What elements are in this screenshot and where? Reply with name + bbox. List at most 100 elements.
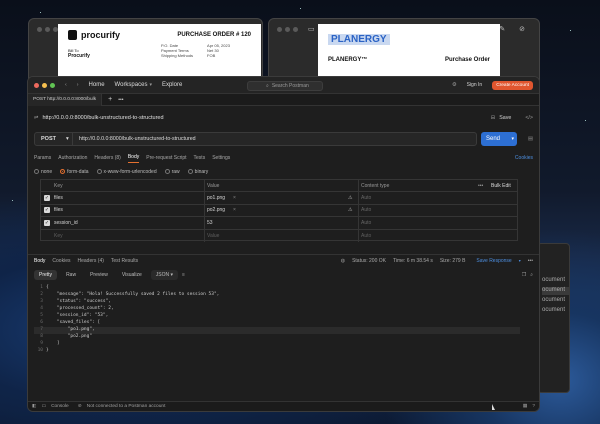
row-key-placeholder[interactable]: Key [54, 233, 63, 239]
radio-binary[interactable]: binary [187, 169, 209, 175]
remove-file-icon[interactable]: × [233, 207, 236, 213]
window-controls[interactable] [37, 26, 58, 32]
tab-authorization[interactable]: Authorization [58, 155, 87, 161]
nav-explore[interactable]: Explore [162, 82, 182, 88]
chevron-down-icon: ▾ [149, 82, 152, 88]
radio-none[interactable]: none [34, 169, 52, 175]
radio-label: binary [194, 169, 209, 175]
tab-response-cookies[interactable]: Cookies [52, 258, 70, 264]
tab-overflow-button[interactable]: ••• [118, 97, 123, 103]
response-time[interactable]: Time: 6 m 38.54 s [393, 258, 433, 264]
radio-raw[interactable]: raw [164, 169, 180, 175]
format-raw[interactable]: Raw [61, 270, 81, 280]
row-value[interactable]: po1.png [207, 195, 225, 201]
planergy-company: PLANERGY™ [328, 57, 368, 63]
method-select[interactable]: POST ▾ [35, 133, 73, 145]
row-key[interactable]: files [54, 207, 63, 213]
new-tab-button[interactable]: + [102, 96, 118, 103]
sign-in-link[interactable]: Sign In [467, 82, 483, 88]
format-pretty[interactable]: Pretty [34, 270, 58, 280]
search-icon[interactable]: ⌕ [530, 272, 533, 278]
sidebar-toggle-icon[interactable]: ◧ [32, 404, 37, 409]
cookies-link[interactable]: Cookies [515, 155, 533, 161]
more-options-icon[interactable]: ••• [528, 258, 533, 264]
request-title[interactable]: http://0.0.0.0:8000/bulk-unstructured-to… [42, 115, 163, 121]
response-format-bar: Pretty Raw Preview Visualize JSON ▾ ≡ ❐ … [28, 269, 539, 281]
tab-response-body[interactable]: Body [34, 258, 45, 264]
list-item[interactable]: ocument [542, 297, 569, 305]
tab-pre-request-script[interactable]: Pre-request Script [146, 155, 186, 161]
nav-home[interactable]: Home [89, 82, 105, 88]
line-number: 8 [40, 334, 43, 339]
row-key[interactable]: session_id [54, 220, 78, 226]
tab-request[interactable]: POST http://0.0.0.0:8000/bulk [28, 93, 103, 106]
window-controls[interactable] [277, 26, 298, 32]
chevron-down-icon[interactable]: ▾ [519, 258, 521, 263]
row-value[interactable]: po2.png [207, 207, 225, 213]
save-response-button[interactable]: Save Response [476, 258, 511, 264]
star [40, 12, 41, 13]
url-input[interactable]: http://0.0.0.0:8000/bulk-unstructured-to… [73, 136, 196, 142]
po-title: Purchase Order [444, 57, 490, 63]
radio-form-data[interactable]: form-data [60, 169, 89, 175]
row-content-type-placeholder[interactable]: Auto [361, 233, 371, 239]
bulk-edit-button[interactable]: Bulk Edit [491, 183, 511, 189]
list-item[interactable]: ocument [542, 277, 569, 285]
console-button[interactable]: Console [51, 404, 69, 409]
star [585, 120, 586, 121]
search-input[interactable]: ⌕ Search Postman [247, 81, 323, 91]
wrap-lines-icon[interactable]: ≡ [182, 272, 185, 278]
console-icon[interactable]: ▭ [42, 404, 47, 409]
tab-response-headers[interactable]: Headers (4) [77, 258, 103, 264]
back-icon[interactable]: ‹ [65, 82, 67, 88]
row-content-type[interactable]: Auto [361, 195, 371, 201]
create-account-button[interactable]: Create Account [492, 80, 533, 90]
code-icon[interactable]: </> [525, 115, 533, 121]
code-line: "po1.png", [46, 327, 95, 332]
send-button[interactable]: Send ▾ [481, 132, 517, 146]
list-item[interactable]: ocument [542, 287, 569, 295]
settings-icon[interactable]: ⚙ [452, 82, 457, 88]
tab-settings[interactable]: Settings [212, 155, 230, 161]
language-select[interactable]: JSON ▾ [150, 270, 179, 280]
chevron-down-icon[interactable]: ▾ [511, 136, 514, 142]
globe-icon[interactable]: ◍ [341, 258, 345, 264]
row-value[interactable]: 53 [207, 220, 213, 226]
more-options-button[interactable]: ••• [478, 183, 483, 189]
row-checkbox[interactable]: ✓ [44, 195, 50, 202]
sidebar-icon[interactable]: ▭ [308, 25, 315, 33]
window-controls[interactable] [34, 82, 55, 88]
method-label: POST [41, 136, 56, 142]
tab-params[interactable]: Params [34, 155, 51, 161]
tab-tests[interactable]: Tests [194, 155, 206, 161]
response-body-editor[interactable]: 1{ 2 "message": "Hola! Successfully save… [34, 285, 520, 355]
row-key[interactable]: files [54, 195, 63, 201]
format-visualize[interactable]: Visualize [117, 270, 147, 280]
radio-icon [164, 169, 170, 174]
response-size[interactable]: Size: 279 B [440, 258, 466, 264]
list-item[interactable]: ocument [542, 307, 569, 315]
forward-icon[interactable]: › [77, 82, 79, 88]
format-preview[interactable]: Preview [85, 270, 113, 280]
copy-icon[interactable]: ❐ [522, 272, 526, 278]
tab-body[interactable]: Body [127, 154, 140, 163]
row-checkbox[interactable]: ✓ [44, 207, 50, 214]
radio-urlencoded[interactable]: x-www-form-urlencoded [96, 169, 157, 175]
row-content-type[interactable]: Auto [361, 207, 371, 213]
warning-icon: ⚠ [348, 195, 353, 202]
save-icon[interactable]: ⊟ [491, 115, 495, 121]
row-value-placeholder[interactable]: Value [207, 233, 219, 239]
help-icon[interactable]: ? [532, 404, 535, 409]
save-button[interactable]: Save [499, 115, 511, 121]
layout-icon[interactable]: ▦ [523, 404, 528, 409]
po-field-label: Shipping Methods [161, 53, 194, 58]
remove-file-icon[interactable]: × [233, 195, 236, 201]
response-status[interactable]: Status: 200 OK [352, 258, 386, 264]
row-checkbox[interactable]: ✓ [44, 219, 50, 226]
tab-headers[interactable]: Headers (8) [94, 155, 120, 161]
documentation-icon[interactable]: ▤ [528, 136, 533, 142]
line-number: 4 [40, 306, 43, 311]
tab-test-results[interactable]: Test Results [111, 258, 138, 264]
nav-workspaces[interactable]: Workspaces [115, 82, 148, 88]
row-content-type[interactable]: Auto [361, 220, 371, 226]
